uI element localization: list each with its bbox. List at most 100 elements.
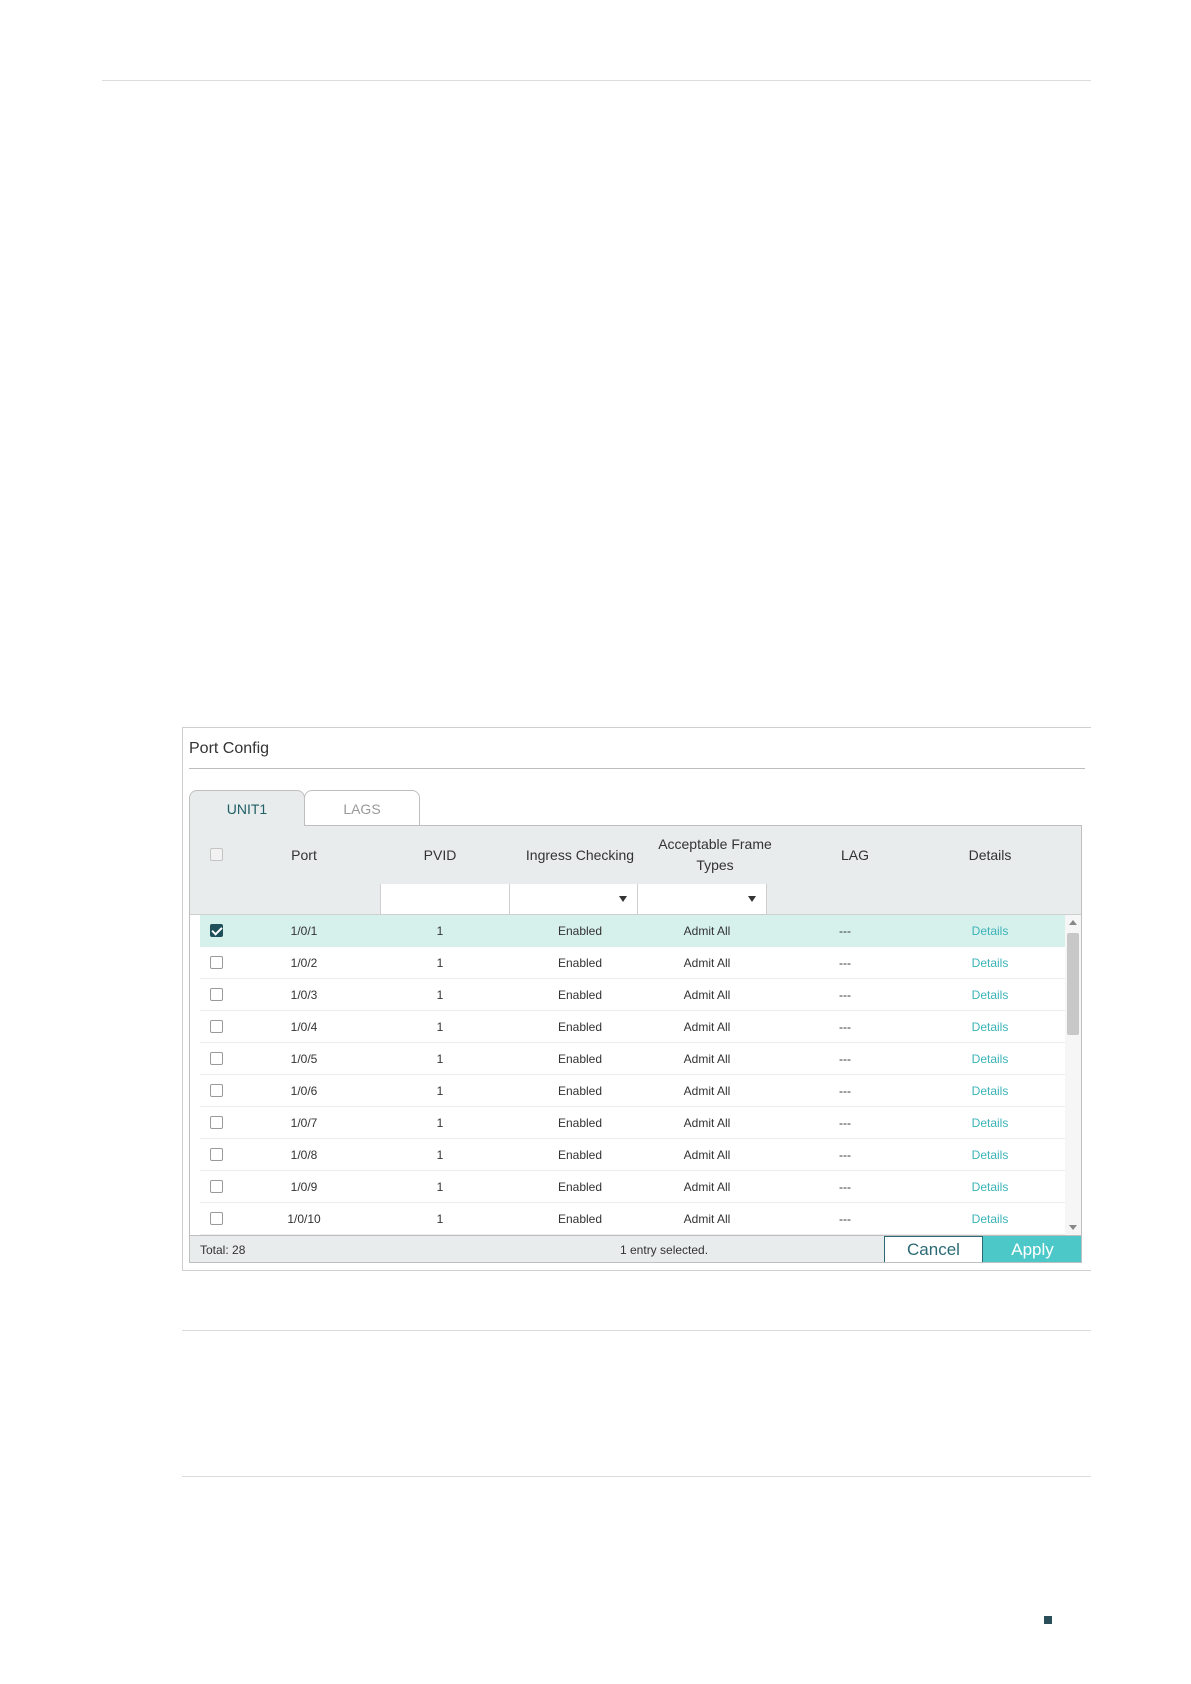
column-header-acceptable-line1: Acceptable Frame bbox=[658, 836, 772, 852]
row-checkbox[interactable] bbox=[210, 924, 223, 937]
column-header-port: Port bbox=[291, 846, 317, 863]
lag-cell: --- bbox=[839, 1179, 851, 1194]
lag-cell: --- bbox=[839, 1115, 851, 1130]
details-link[interactable]: Details bbox=[930, 1203, 1050, 1234]
port-cell: 1/0/9 bbox=[290, 1179, 318, 1194]
apply-button[interactable]: Apply bbox=[983, 1236, 1081, 1262]
row-checkbox[interactable] bbox=[210, 1052, 223, 1065]
column-header-lag: LAG bbox=[840, 846, 869, 863]
select-all-checkbox[interactable] bbox=[210, 848, 223, 861]
ingress-cell: Enabled bbox=[557, 1211, 603, 1226]
total-count: Total: 28 bbox=[200, 1243, 246, 1257]
frame-types-filter-select[interactable] bbox=[637, 884, 767, 914]
details-link[interactable]: Details bbox=[930, 979, 1050, 1010]
column-header-pvid: PVID bbox=[423, 846, 457, 863]
table-row[interactable]: 1/0/2 1 Enabled Admit All --- Details bbox=[200, 947, 1072, 979]
details-link[interactable]: Details bbox=[930, 947, 1050, 978]
scroll-down-arrow-icon[interactable] bbox=[1069, 1225, 1077, 1230]
lag-cell: --- bbox=[839, 955, 851, 970]
ingress-cell: Enabled bbox=[557, 987, 603, 1002]
scroll-up-arrow-icon[interactable] bbox=[1069, 920, 1077, 925]
ingress-cell: Enabled bbox=[557, 1147, 603, 1162]
tab-unit1[interactable]: UNIT1 bbox=[189, 790, 305, 826]
panel-title-divider bbox=[189, 768, 1085, 769]
pvid-cell: 1 bbox=[436, 955, 444, 970]
tab-lags[interactable]: LAGS bbox=[304, 790, 420, 826]
cancel-button[interactable]: Cancel bbox=[884, 1236, 983, 1262]
column-header-ingress-checking: Ingress Checking bbox=[525, 846, 635, 863]
row-checkbox[interactable] bbox=[210, 1084, 223, 1097]
port-config-panel: Port Config UNIT1 LAGS Port PVID Ingress… bbox=[182, 727, 1091, 1271]
section-divider-2 bbox=[182, 1476, 1091, 1477]
table-row[interactable]: 1/0/5 1 Enabled Admit All --- Details bbox=[200, 1043, 1072, 1075]
frame-types-cell: Admit All bbox=[683, 987, 731, 1002]
table-row[interactable]: 1/0/6 1 Enabled Admit All --- Details bbox=[200, 1075, 1072, 1107]
row-checkbox[interactable] bbox=[210, 1180, 223, 1193]
details-link[interactable]: Details bbox=[930, 1043, 1050, 1074]
lag-cell: --- bbox=[839, 1211, 851, 1226]
port-cell: 1/0/1 bbox=[290, 923, 318, 938]
frame-types-cell: Admit All bbox=[683, 1179, 731, 1194]
row-checkbox[interactable] bbox=[210, 1020, 223, 1033]
column-header-acceptable-line2: Types bbox=[696, 857, 734, 873]
details-link[interactable]: Details bbox=[930, 1171, 1050, 1202]
lag-cell: --- bbox=[839, 923, 851, 938]
ingress-cell: Enabled bbox=[557, 923, 603, 938]
table-row[interactable]: 1/0/1 1 Enabled Admit All --- Details bbox=[200, 915, 1072, 947]
row-checkbox[interactable] bbox=[210, 1116, 223, 1129]
column-header-acceptable-frame-types: Acceptable Frame Types bbox=[645, 826, 785, 884]
top-divider bbox=[102, 80, 1091, 81]
pvid-cell: 1 bbox=[436, 1211, 444, 1226]
frame-types-cell: Admit All bbox=[683, 1211, 731, 1226]
row-checkbox[interactable] bbox=[210, 1212, 223, 1225]
details-link[interactable]: Details bbox=[930, 1107, 1050, 1138]
frame-types-cell: Admit All bbox=[683, 1083, 731, 1098]
port-cell: 1/0/2 bbox=[290, 955, 318, 970]
details-link[interactable]: Details bbox=[930, 1075, 1050, 1106]
table-row[interactable]: 1/0/3 1 Enabled Admit All --- Details bbox=[200, 979, 1072, 1011]
port-cell: 1/0/3 bbox=[290, 987, 318, 1002]
scroll-thumb[interactable] bbox=[1067, 933, 1079, 1035]
port-cell: 1/0/4 bbox=[290, 1019, 318, 1034]
panel-title: Port Config bbox=[189, 740, 270, 757]
column-header-details: Details bbox=[968, 846, 1012, 863]
lag-cell: --- bbox=[839, 1083, 851, 1098]
details-link[interactable]: Details bbox=[930, 1011, 1050, 1042]
ingress-cell: Enabled bbox=[557, 1179, 603, 1194]
lag-cell: --- bbox=[839, 1019, 851, 1034]
port-table: Port PVID Ingress Checking Acceptable Fr… bbox=[189, 825, 1082, 1263]
row-checkbox[interactable] bbox=[210, 956, 223, 969]
lag-cell: --- bbox=[839, 1051, 851, 1066]
port-cell: 1/0/10 bbox=[287, 1211, 321, 1226]
table-row[interactable]: 1/0/8 1 Enabled Admit All --- Details bbox=[200, 1139, 1072, 1171]
pvid-cell: 1 bbox=[436, 1147, 444, 1162]
table-row[interactable]: 1/0/10 1 Enabled Admit All --- Details bbox=[200, 1203, 1072, 1235]
ingress-cell: Enabled bbox=[557, 1019, 603, 1034]
frame-types-cell: Admit All bbox=[683, 1147, 731, 1162]
pvid-cell: 1 bbox=[436, 1019, 444, 1034]
frame-types-cell: Admit All bbox=[683, 1051, 731, 1066]
ingress-cell: Enabled bbox=[557, 1115, 603, 1130]
row-checkbox[interactable] bbox=[210, 1148, 223, 1161]
table-header: Port PVID Ingress Checking Acceptable Fr… bbox=[190, 826, 1081, 885]
table-row[interactable]: 1/0/4 1 Enabled Admit All --- Details bbox=[200, 1011, 1072, 1043]
frame-types-cell: Admit All bbox=[683, 923, 731, 938]
table-row[interactable]: 1/0/7 1 Enabled Admit All --- Details bbox=[200, 1107, 1072, 1139]
row-checkbox[interactable] bbox=[210, 988, 223, 1001]
lag-cell: --- bbox=[839, 1147, 851, 1162]
ingress-checking-filter-select[interactable] bbox=[509, 884, 638, 914]
ingress-cell: Enabled bbox=[557, 955, 603, 970]
lag-cell: --- bbox=[839, 987, 851, 1002]
page-marker-square bbox=[1044, 1616, 1052, 1624]
frame-types-cell: Admit All bbox=[683, 955, 731, 970]
pvid-cell: 1 bbox=[436, 1179, 444, 1194]
table-scrollbar[interactable] bbox=[1065, 915, 1081, 1235]
pvid-cell: 1 bbox=[436, 1083, 444, 1098]
details-link[interactable]: Details bbox=[930, 915, 1050, 946]
pvid-filter-input[interactable] bbox=[380, 884, 510, 914]
table-row[interactable]: 1/0/9 1 Enabled Admit All --- Details bbox=[200, 1171, 1072, 1203]
selection-status: 1 entry selected. bbox=[620, 1243, 709, 1257]
chevron-down-icon bbox=[748, 896, 756, 902]
details-link[interactable]: Details bbox=[930, 1139, 1050, 1170]
pvid-cell: 1 bbox=[436, 923, 444, 938]
